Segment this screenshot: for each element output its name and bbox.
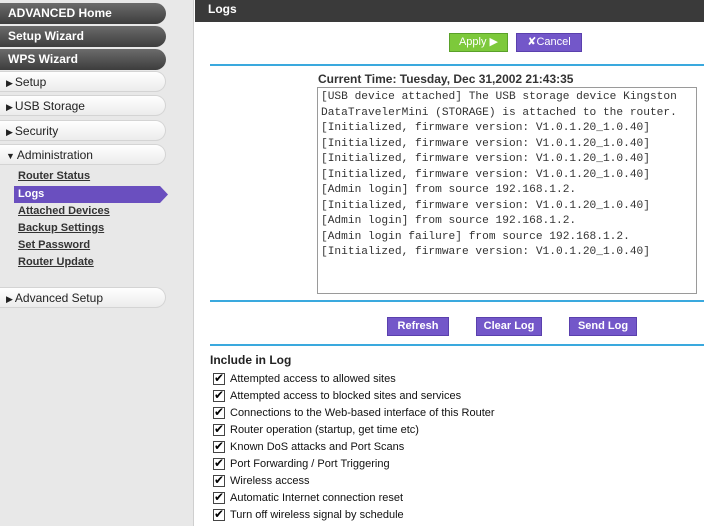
log-line: DataTravelerMini (STORAGE) is attached t… (321, 106, 677, 119)
log-line: [Initialized, firmware version: V1.0.1.2… (321, 199, 650, 212)
current-time: Current Time: Tuesday, Dec 31,2002 21:43… (318, 72, 574, 86)
clear-log-button[interactable]: Clear Log (476, 317, 542, 336)
checkbox-label: Port Forwarding / Port Triggering (230, 458, 390, 470)
sidebar-item-setup[interactable]: ▶ Setup (0, 71, 166, 92)
log-option-row[interactable]: Automatic Internet connection reset (213, 490, 403, 506)
page-header: Logs (195, 0, 704, 22)
checkbox[interactable] (213, 439, 225, 453)
sidebar-link-set-password[interactable]: Set Password (18, 237, 90, 253)
checkbox-label: Router operation (startup, get time etc) (230, 424, 419, 436)
sidebar-item-label: Security (14, 124, 59, 138)
include-in-log-heading: Include in Log (210, 353, 292, 367)
checkbox[interactable] (213, 456, 225, 470)
wps-wizard-button[interactable]: WPS Wizard (0, 49, 166, 70)
sidebar-link-logs[interactable]: Logs (14, 186, 168, 203)
log-option-row[interactable]: Wireless access (213, 473, 309, 489)
sidebar-item-administration[interactable]: ▼ Administration (0, 144, 166, 165)
refresh-button[interactable]: Refresh (387, 317, 449, 336)
log-option-row[interactable]: Attempted access to allowed sites (213, 371, 396, 387)
checkbox-label: Automatic Internet connection reset (230, 492, 404, 504)
log-line: [Initialized, firmware version: V1.0.1.2… (321, 168, 650, 181)
log-line: [Initialized, firmware version: V1.0.1.2… (321, 246, 650, 258)
triangle-down-icon: ▼ (6, 151, 15, 161)
log-option-row[interactable]: Attempted access to blocked sites and se… (213, 388, 461, 404)
checkbox[interactable] (213, 507, 225, 521)
cancel-button[interactable]: ✘Cancel (516, 33, 582, 52)
send-log-button[interactable]: Send Log (569, 317, 637, 336)
checkbox-label: Attempted access to blocked sites and se… (230, 390, 462, 402)
log-option-row[interactable]: Port Forwarding / Port Triggering (213, 456, 390, 472)
checkbox[interactable] (213, 473, 225, 487)
sidebar-item-label: Advanced Setup (14, 291, 103, 305)
log-line: [Initialized, firmware version: V1.0.1.2… (321, 122, 650, 134)
checkbox[interactable] (213, 422, 225, 436)
advanced-home-button[interactable]: ADVANCED Home (0, 3, 166, 24)
triangle-right-icon: ▶ (6, 78, 13, 88)
checkbox[interactable] (213, 388, 225, 402)
triangle-right-icon: ▶ (6, 102, 13, 112)
triangle-right-icon: ▶ (6, 294, 13, 304)
checkbox-label: Turn off wireless signal by schedule (230, 509, 404, 521)
divider (210, 300, 704, 302)
checkbox[interactable] (213, 490, 225, 504)
checkbox-label: Known DoS attacks and Port Scans (230, 441, 405, 453)
log-line: [Initialized, firmware version: V1.0.1.2… (321, 137, 650, 150)
sidebar-link-backup-settings[interactable]: Backup Settings (18, 220, 104, 236)
log-line: [Initialized, firmware version: V1.0.1.2… (321, 153, 650, 165)
checkbox-label: Wireless access (230, 475, 310, 487)
checkbox[interactable] (213, 405, 225, 419)
sidebar-link-attached-devices[interactable]: Attached Devices (18, 203, 110, 219)
sidebar: ADVANCED Home Setup Wizard WPS Wizard ▶ S… (0, 0, 194, 526)
setup-wizard-button[interactable]: Setup Wizard (0, 26, 166, 47)
sidebar-item-label: Administration (16, 148, 93, 162)
sidebar-item-security[interactable]: ▶ Security (0, 120, 166, 141)
divider (210, 64, 704, 66)
log-line: [Admin login] from source 192.168.1.2. (321, 215, 577, 227)
log-option-row[interactable]: Known DoS attacks and Port Scans (213, 439, 404, 455)
divider (210, 344, 704, 346)
sidebar-item-usb-storage[interactable]: ▶ USB Storage (0, 95, 166, 116)
log-option-row[interactable]: Router operation (startup, get time etc) (213, 422, 419, 438)
sidebar-link-router-status[interactable]: Router Status (18, 168, 90, 184)
log-option-row[interactable]: Turn off wireless signal by schedule (213, 507, 404, 523)
log-line: [Admin login failure] from source 192.16… (321, 230, 630, 243)
page-title: Logs (208, 2, 237, 16)
log-option-row[interactable]: Connections to the Web-based interface o… (213, 405, 495, 421)
log-line: [Admin login] from source 192.168.1.2. (321, 184, 577, 196)
sidebar-item-advanced-setup[interactable]: ▶ Advanced Setup (0, 287, 166, 308)
checkbox-label: Connections to the Web-based interface o… (230, 407, 495, 419)
apply-button[interactable]: Apply ▶ (449, 33, 508, 52)
triangle-right-icon: ▶ (6, 127, 13, 137)
checkbox[interactable] (213, 371, 225, 385)
log-textarea[interactable]: [USB device attached] The USB storage de… (317, 87, 697, 294)
sidebar-link-router-update[interactable]: Router Update (18, 254, 94, 270)
sidebar-link-label: Logs (18, 188, 45, 200)
sidebar-item-label: USB Storage (14, 99, 85, 113)
log-line: [USB device attached] The USB storage de… (321, 91, 677, 103)
checkbox-label: Attempted access to allowed sites (230, 373, 396, 385)
sidebar-item-label: Setup (14, 75, 47, 89)
